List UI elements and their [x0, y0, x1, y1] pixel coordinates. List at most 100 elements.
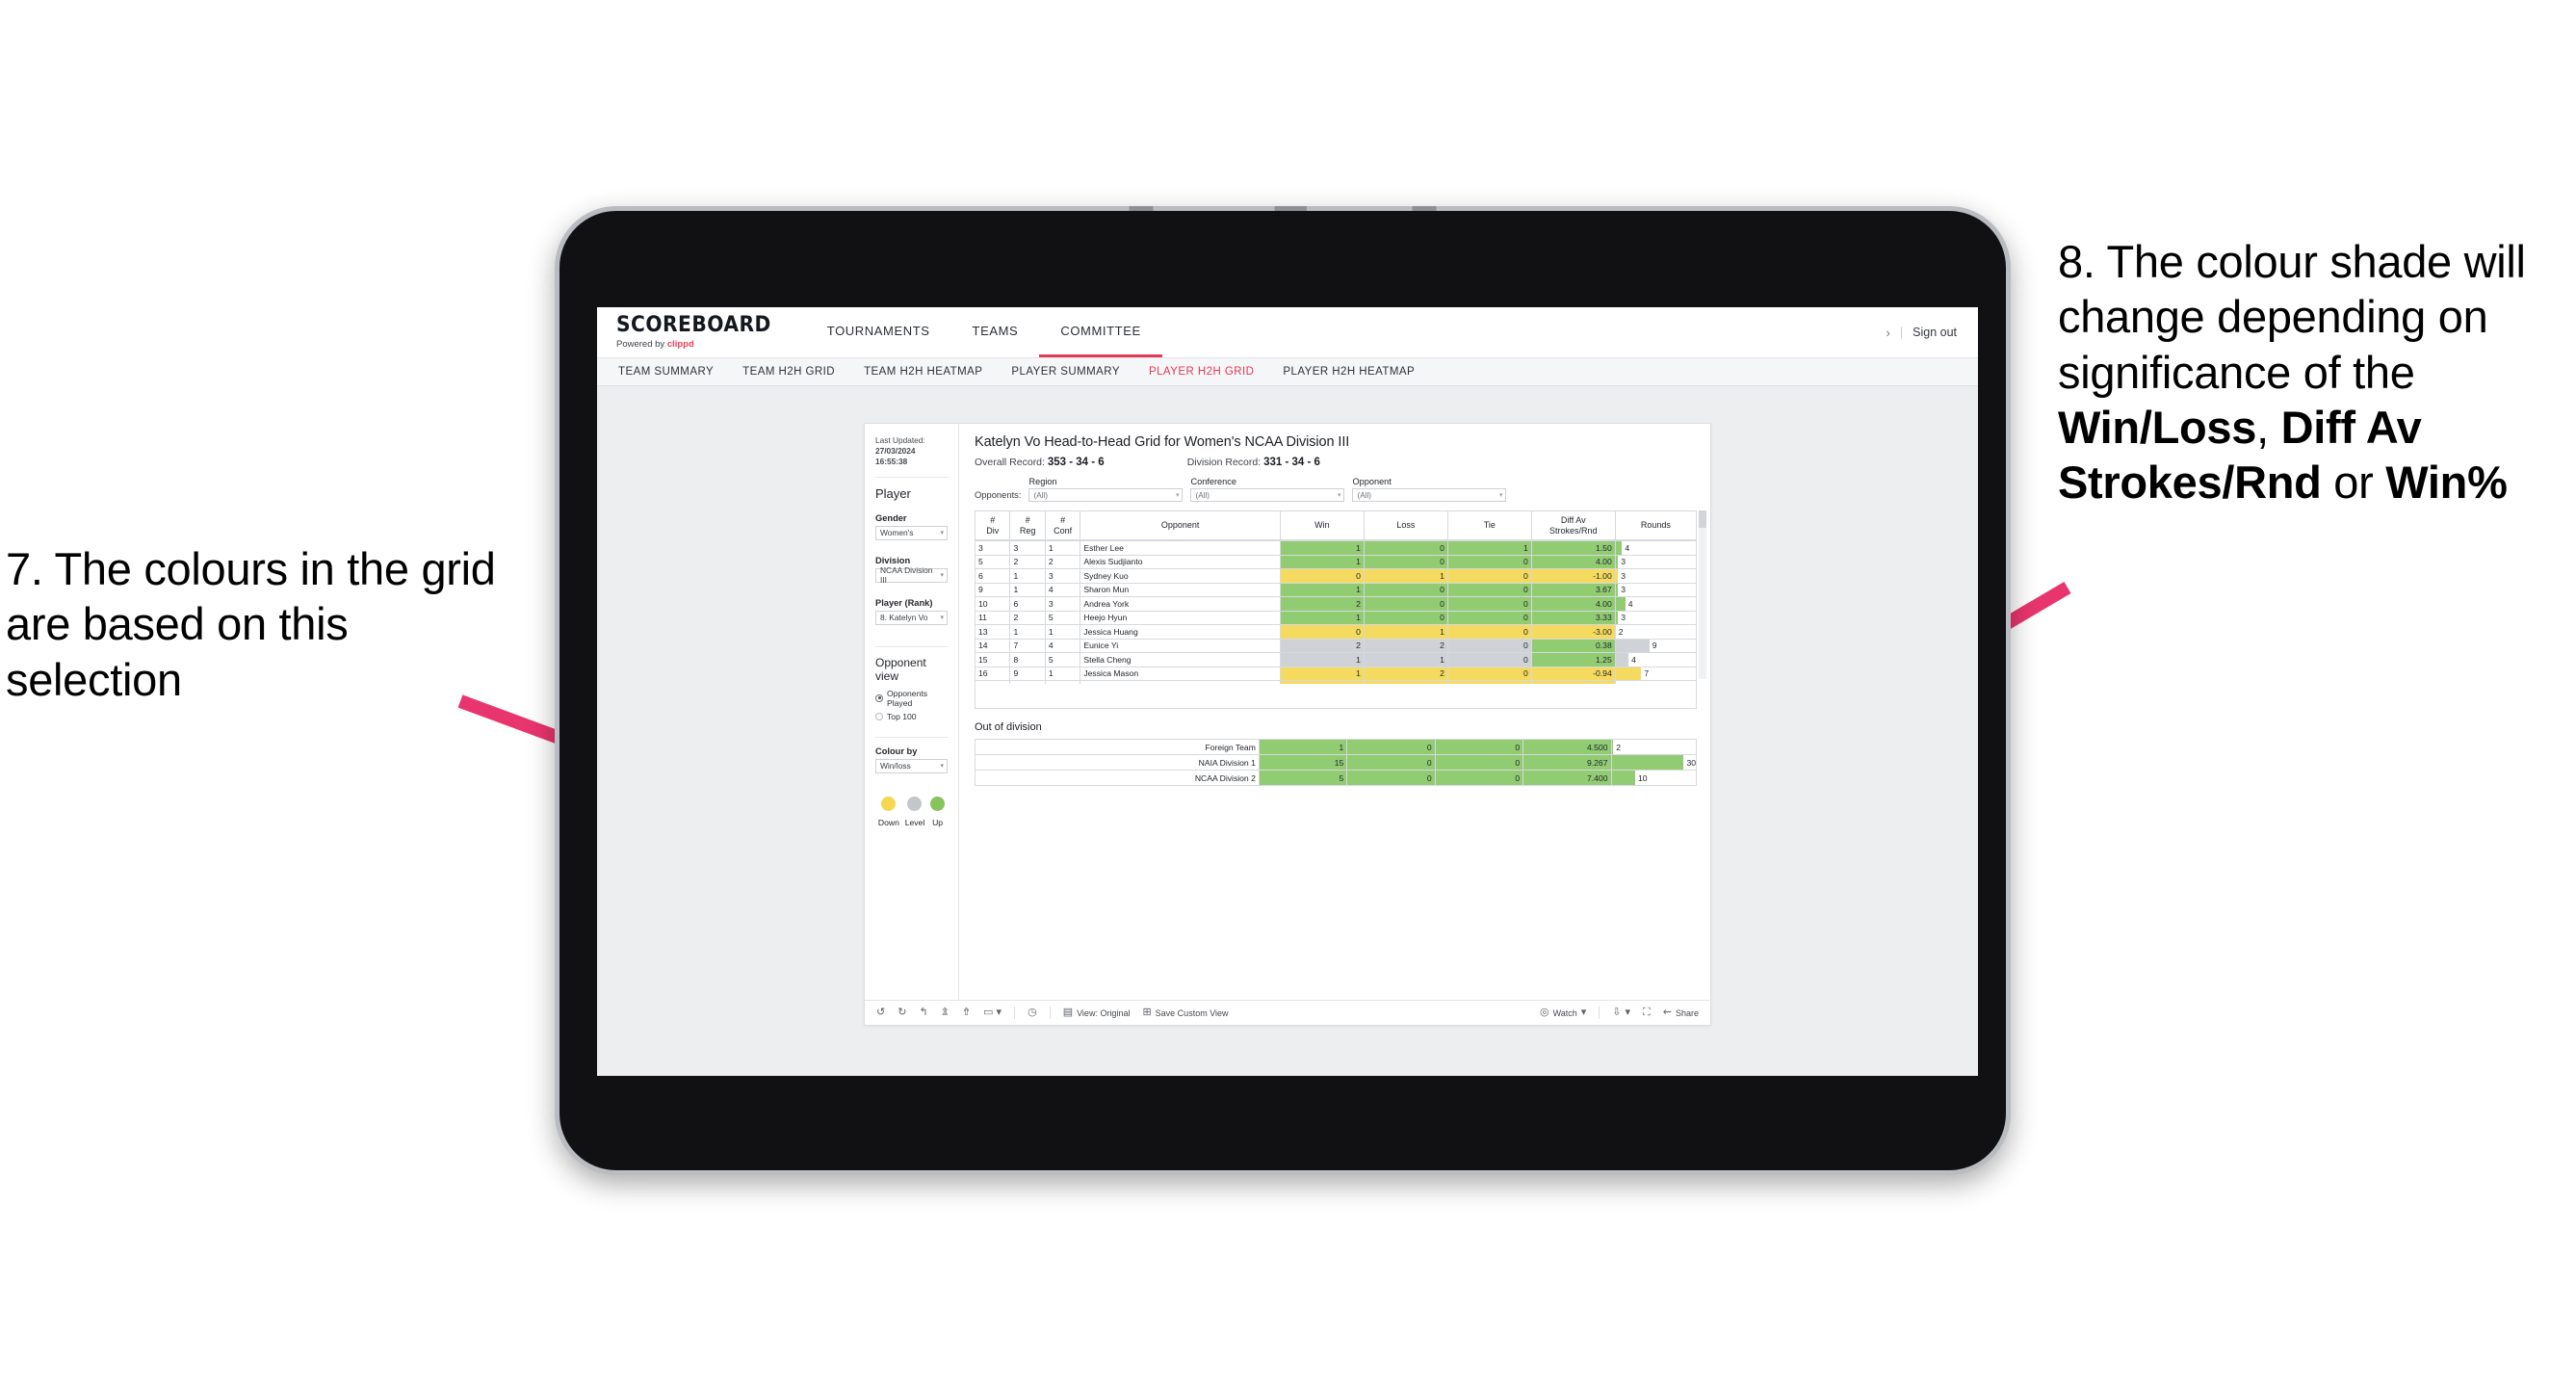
- table-row[interactable]: 11 2 5 Heejo Hyun 1 0 0 3.33 3: [975, 610, 1697, 625]
- cell-reg: 8: [1009, 652, 1046, 667]
- table-row[interactable]: 16 9 1 Jessica Mason 1 2 0 -0.94 7: [975, 666, 1697, 681]
- undo-icon[interactable]: ↺: [876, 1007, 885, 1018]
- table-row[interactable]: 13 1 1 Jessica Huang 0 1 0 -3.00 2: [975, 624, 1697, 640]
- cell-loss: 1: [1363, 652, 1448, 667]
- cell-reg: 3: [1009, 540, 1046, 556]
- annotation-right-bold1: Win/Loss: [2058, 401, 2257, 453]
- grid-blank-area: [975, 684, 1697, 709]
- table-row[interactable]: 15 8 5 Stella Cheng 1 1 0 1.25 4: [975, 652, 1697, 667]
- download-button[interactable]: ⇩ ▾: [1612, 1007, 1630, 1018]
- revert-icon[interactable]: ↰: [919, 1007, 927, 1018]
- filter-opponent-value: (All): [1357, 490, 1372, 500]
- ood-cell-diff: 9.267: [1522, 754, 1612, 771]
- tablet-device: SCOREBOARD Powered by clippd TOURNAMENTS…: [555, 206, 2011, 1175]
- cell-tie: 0: [1446, 652, 1532, 667]
- colour-by-select[interactable]: Win/loss: [875, 758, 948, 773]
- cell-conf: 4: [1044, 582, 1081, 597]
- filter-opponent-label: Opponent: [1352, 477, 1392, 486]
- h2h-grid-scroll[interactable]: 3 3 1 Esther Lee 1 0 1 1.50 4 5 2 2 Alexis Sudjianto…: [975, 540, 1697, 709]
- ood-cell-win: 5: [1258, 770, 1348, 786]
- subnav-item-team-h2h-heatmap[interactable]: TEAM H2H HEATMAP: [864, 366, 982, 378]
- gender-select[interactable]: Women's: [875, 525, 948, 540]
- cell-diff: 4.00: [1530, 596, 1616, 612]
- annotation-right-line1: 8. The colour shade will change dependin…: [2058, 236, 2526, 398]
- radio-icon: [875, 712, 883, 720]
- filter-region-select[interactable]: (All): [1028, 488, 1184, 502]
- toolbar-divider-2: [1049, 1007, 1051, 1019]
- cell-rounds: 3: [1614, 568, 1697, 584]
- share-button[interactable]: ⇜ Share: [1663, 1007, 1699, 1018]
- sidebar-divider-3: [875, 736, 948, 738]
- ood-cell-name: Foreign Team: [975, 739, 1260, 755]
- cell-rounds: 4: [1614, 540, 1697, 556]
- ood-row[interactable]: NCAA Division 2 5 0 0 7.400 10: [975, 770, 1697, 786]
- subnav-item-player-summary[interactable]: PLAYER SUMMARY: [1011, 366, 1120, 378]
- subnav-item-team-h2h-grid[interactable]: TEAM H2H GRID: [742, 366, 835, 378]
- table-row[interactable]: 9 1 4 Sharon Mun 1 0 0 3.67 3: [975, 582, 1697, 597]
- col-loss: Loss: [1363, 510, 1448, 540]
- cell-diff: -1.00: [1530, 568, 1616, 584]
- view-original-button[interactable]: ▤ View: Original: [1063, 1007, 1131, 1018]
- save-custom-view-button[interactable]: ⊞ Save Custom View: [1142, 1007, 1228, 1018]
- division-record-label: Division Record:: [1186, 457, 1264, 468]
- col-conf-l1: #: [1060, 515, 1066, 526]
- table-row[interactable]: 5 2 2 Alexis Sudjianto 1 0 0 4.00 3: [975, 554, 1697, 569]
- subnav-item-player-h2h-grid[interactable]: PLAYER H2H GRID: [1149, 366, 1254, 378]
- player-rank-select[interactable]: 8. Katelyn Vo: [875, 610, 948, 625]
- chevron-right-icon[interactable]: ›: [1886, 326, 1890, 340]
- redo-icon[interactable]: ↻: [898, 1007, 906, 1018]
- cell-tie: 0: [1446, 638, 1532, 653]
- division-select[interactable]: NCAA Division III: [875, 565, 948, 585]
- legend-caption-level: Level: [904, 817, 925, 827]
- sign-out-link[interactable]: Sign out: [1912, 326, 1957, 339]
- cell-diff: 1.25: [1530, 652, 1616, 667]
- ood-cell-loss: 0: [1346, 770, 1436, 786]
- ood-cell-name: NCAA Division 2: [975, 770, 1260, 786]
- nav-item-teams[interactable]: TEAMS: [951, 307, 1040, 357]
- radio-opponents-played[interactable]: Opponents Played: [875, 689, 948, 708]
- alerts-icon[interactable]: ◷: [1028, 1007, 1037, 1018]
- col-reg-l2: Reg: [1019, 525, 1036, 536]
- opponent-filters: Opponents: Region (All) Conference (All)…: [975, 477, 1697, 502]
- cell-div: 13: [975, 624, 1011, 640]
- nav-item-tournaments[interactable]: TOURNAMENTS: [806, 307, 951, 357]
- table-row[interactable]: 10 6 3 Andrea York 2 0 0 4.00 4: [975, 596, 1697, 612]
- nav-item-committee[interactable]: COMMITTEE: [1039, 307, 1162, 357]
- ood-row[interactable]: NAIA Division 1 15 0 0 9.267 30: [975, 754, 1697, 771]
- pause-icon[interactable]: ⇮: [962, 1007, 971, 1018]
- download-icon: ⇩: [1612, 1007, 1622, 1018]
- table-row[interactable]: 6 1 3 Sydney Kuo 0 1 0 -1.00 3: [975, 568, 1697, 584]
- radio-top-100[interactable]: Top 100: [875, 712, 948, 721]
- table-row[interactable]: 14 7 4 Eunice Yi 2 2 0 0.38 9: [975, 638, 1697, 653]
- cell-tie: 0: [1446, 610, 1532, 625]
- refresh-icon[interactable]: ⇭: [941, 1007, 950, 1018]
- cell-div: 3: [975, 540, 1011, 556]
- ood-row[interactable]: Foreign Team 1 0 0 4.500 2: [975, 739, 1697, 755]
- subnav-item-team-summary[interactable]: TEAM SUMMARY: [618, 366, 714, 378]
- filter-dropdown-icon[interactable]: ▭ ▾: [983, 1007, 1002, 1018]
- opponent-view-title: Opponent view: [875, 655, 926, 683]
- table-row[interactable]: 3 3 1 Esther Lee 1 0 1 1.50 4: [975, 540, 1697, 556]
- cell-rounds: 2: [1614, 624, 1697, 640]
- cell-diff: 1.50: [1530, 540, 1616, 556]
- watch-button[interactable]: ◎ Watch ▾: [1540, 1007, 1586, 1018]
- cell-opponent: Esther Lee: [1080, 540, 1281, 556]
- ood-cell-loss: 0: [1346, 739, 1436, 755]
- ood-cell-loss: 0: [1346, 754, 1436, 771]
- ood-cell-tie: 0: [1434, 770, 1524, 786]
- fullscreen-icon[interactable]: ⛶: [1643, 1007, 1651, 1018]
- scrollbar-thumb[interactable]: [1699, 510, 1706, 528]
- cell-win: 1: [1279, 610, 1365, 625]
- last-updated-label: Last Updated:: [875, 435, 925, 445]
- grid-vertical-scrollbar[interactable]: [1699, 510, 1706, 679]
- brand-name: SCOREBOARD: [616, 313, 771, 337]
- filter-conference-select[interactable]: (All): [1190, 488, 1345, 502]
- last-updated: Last Updated: 27/03/2024 16:55:38: [875, 435, 948, 468]
- radio-top-100-label: Top 100: [887, 711, 917, 721]
- cell-div: 15: [975, 652, 1011, 667]
- cell-reg: 2: [1009, 610, 1046, 625]
- subnav-item-player-h2h-heatmap[interactable]: PLAYER H2H HEATMAP: [1283, 366, 1415, 378]
- brand-logo[interactable]: SCOREBOARD Powered by clippd: [616, 307, 806, 357]
- filter-opponent-select[interactable]: (All): [1352, 488, 1507, 502]
- sub-nav: TEAM SUMMARY TEAM H2H GRID TEAM H2H HEAT…: [597, 357, 1978, 386]
